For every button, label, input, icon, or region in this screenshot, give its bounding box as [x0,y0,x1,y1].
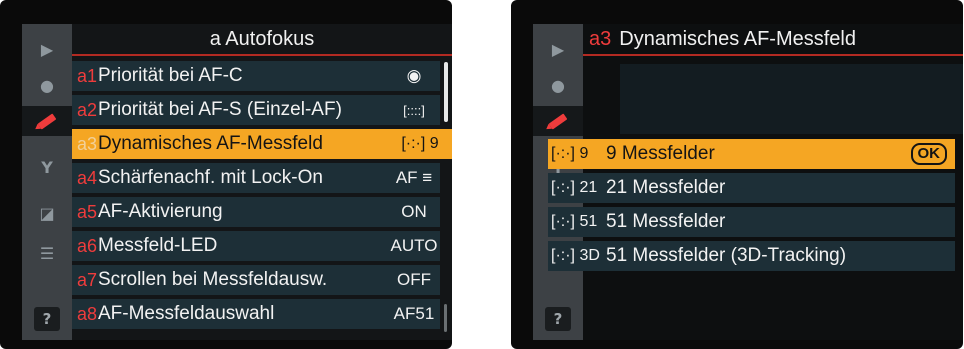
menu-tabs: ▶ ● Y ◪ ☰ ? [22,24,72,340]
menu-item-a1[interactable]: a1 Priorität bei AF-C ◉ [72,61,440,91]
item-label: Priorität bei AF-C [98,65,243,86]
item-code: a8 [77,303,98,324]
option-label: 51 Messfelder (3D-Tracking) [606,245,847,266]
af-area-icon: [·:·] 3D [551,247,600,264]
item-label: Scrollen bei Messfeldausw. [98,269,328,290]
playback-icon[interactable]: ▶ [22,34,72,64]
item-code: a6 [77,235,98,256]
dynamic-af-submenu-screen: ▶ ● Y ◪ ☰ ? a3 Dynamisches AF-Messfeld [… [511,0,963,349]
wrench-icon[interactable]: Y [22,152,72,182]
item-value: [::::] [403,102,425,118]
item-label: Schärfenachf. mit Lock-On [98,167,323,188]
item-value: AF ≡ [395,168,433,187]
item-value: [·:·] 9 [401,135,439,152]
item-value: ON [401,202,427,221]
item-label: AF-Messfeldauswahl [98,303,275,324]
item-label: AF-Aktivierung [98,201,223,222]
af-area-icon: [·:·] 9 [551,145,589,162]
pencil-icon[interactable] [22,106,72,136]
scrollbar-track-end [444,304,447,332]
option-51-messfelder[interactable]: [·:·] 51 51 Messfelder [548,207,955,237]
af-area-icon: [·:·] 21 [551,179,598,196]
pencil-icon[interactable] [533,106,583,136]
menu-item-a4[interactable]: a4 Schärfenachf. mit Lock-On AF ≡ [72,163,440,193]
item-value: AF51 [393,304,435,323]
item-code: a5 [77,201,98,222]
title-label: Dynamisches AF-Messfeld [619,27,856,50]
title-code: a3 [589,27,612,50]
menu-item-a3[interactable]: a3 Dynamisches AF-Messfeld [·:·] 9 [72,129,452,159]
option-label: 51 Messfelder [606,211,726,232]
camera-icon[interactable]: ● [533,70,583,100]
autofocus-menu-screen: ▶ ● Y ◪ ☰ ? a Autofokus a1 Priorität bei… [0,0,452,349]
option-9-messfelder[interactable]: [·:·] 9 9 Messfelder OK [548,139,955,169]
retouch-icon[interactable]: ◪ [22,198,72,228]
ok-icon: OK [910,143,947,165]
item-code: a2 [77,99,98,120]
item-code: a3 [77,133,98,154]
menu-item-a8[interactable]: a8 AF-Messfeldauswahl AF51 [72,299,440,329]
item-code: a4 [77,167,98,188]
menu-list: a Autofokus a1 Priorität bei AF-C ◉ a2 P… [72,24,452,340]
item-value: ◉ [406,66,422,85]
item-label: Dynamisches AF-Messfeld [98,133,323,154]
submenu-spacer [620,64,963,134]
playback-icon[interactable]: ▶ [533,34,583,64]
item-label: Priorität bei AF-S (Einzel-AF) [98,99,342,120]
help-icon[interactable]: ? [34,307,60,331]
item-value: OFF [397,270,431,289]
scrollbar[interactable] [444,62,448,122]
item-code: a7 [77,269,98,290]
page-title: a3 Dynamisches AF-Messfeld [583,24,963,56]
option-label: 9 Messfelder [606,143,715,164]
item-label: Messfeld-LED [98,235,218,256]
option-51-messfelder-3d-tracking[interactable]: [·:·] 3D 51 Messfelder (3D-Tracking) [548,241,955,271]
my-menu-icon[interactable]: ☰ [22,238,72,268]
menu-item-a5[interactable]: a5 AF-Aktivierung ON [72,197,440,227]
menu-item-a6[interactable]: a6 Messfeld-LED AUTO [72,231,440,261]
option-label: 21 Messfelder [606,177,726,198]
af-area-icon: [·:·] 51 [551,213,598,230]
help-icon[interactable]: ? [545,307,571,331]
item-code: a1 [77,65,98,86]
camera-icon[interactable]: ● [22,70,72,100]
menu-item-a7[interactable]: a7 Scrollen bei Messfeldausw. OFF [72,265,440,295]
option-21-messfelder[interactable]: [·:·] 21 21 Messfelder [548,173,955,203]
page-title: a Autofokus [72,24,452,56]
item-value: AUTO [390,236,438,255]
menu-item-a2[interactable]: a2 Priorität bei AF-S (Einzel-AF) [::::] [72,95,440,125]
